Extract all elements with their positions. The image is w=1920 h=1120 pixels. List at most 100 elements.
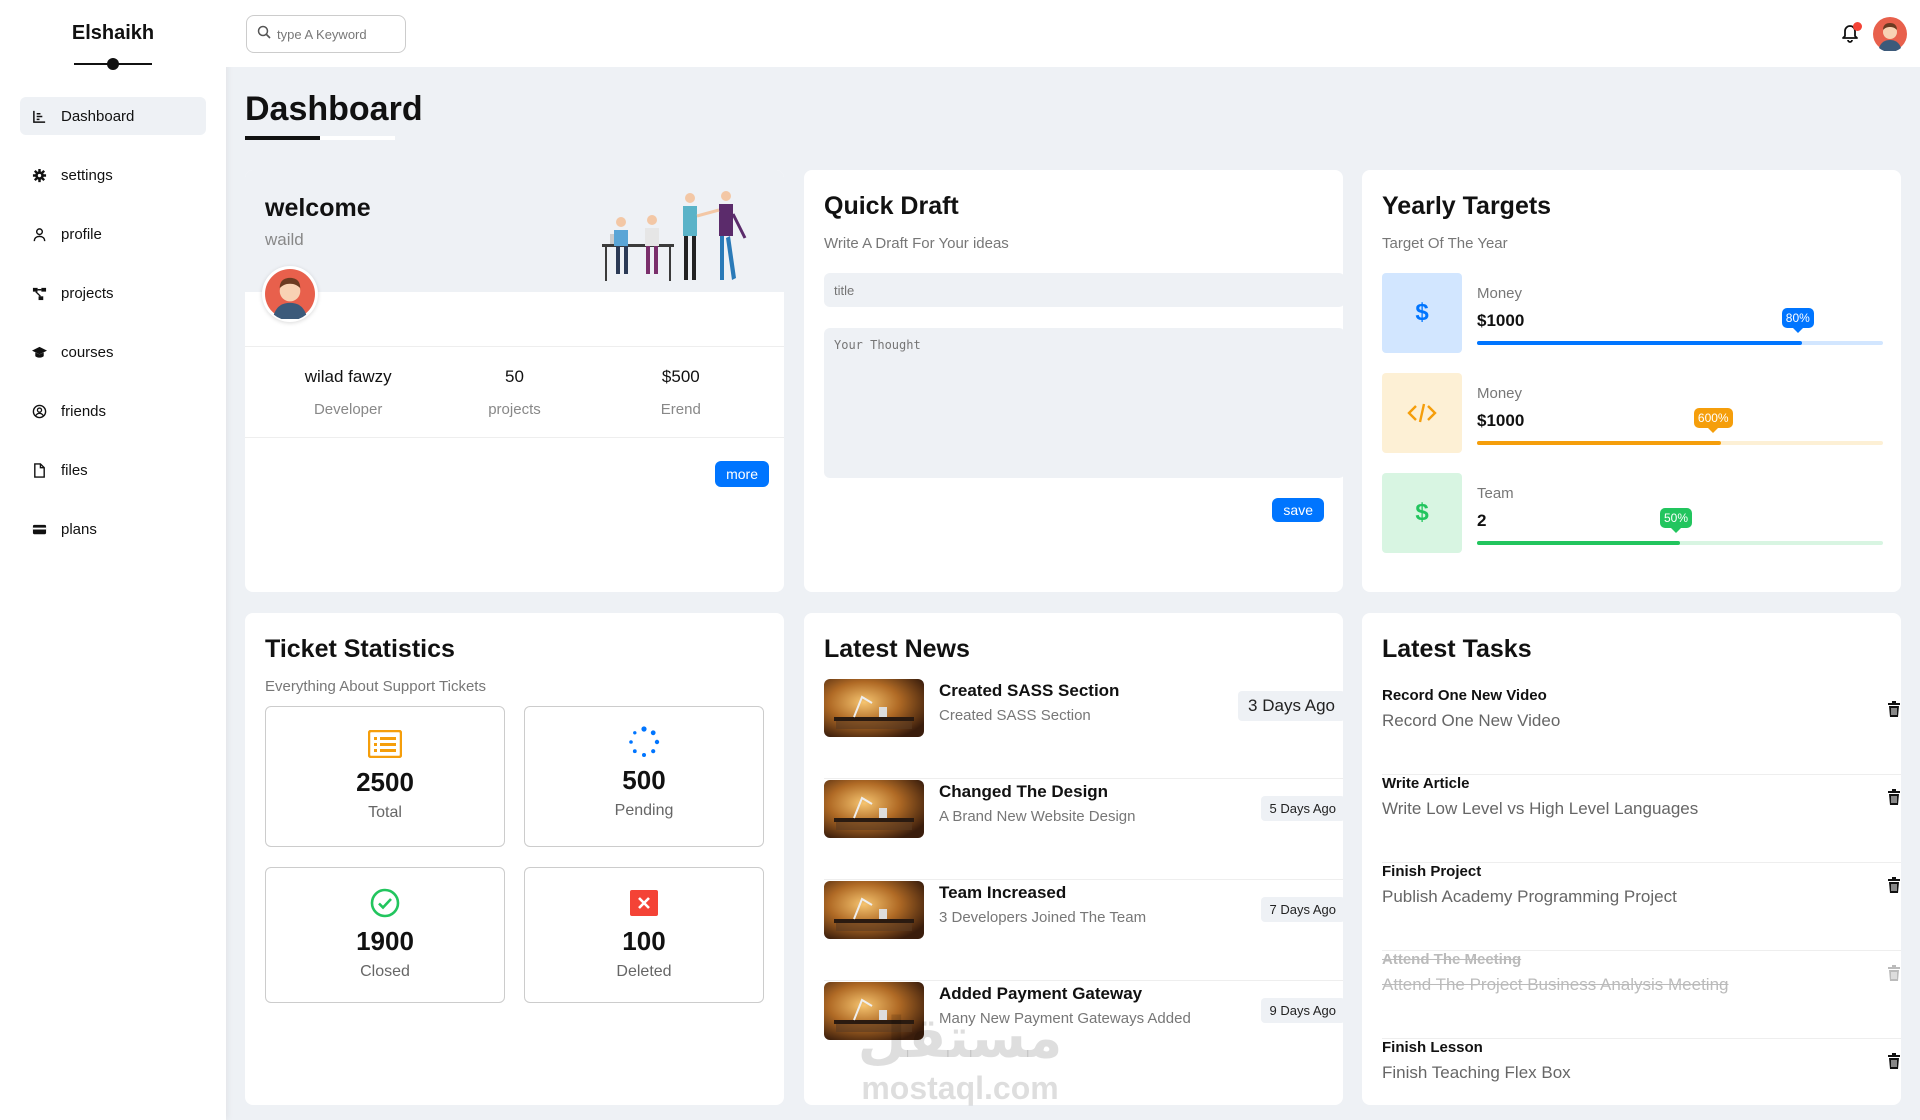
news-date-badge: 5 Days Ago bbox=[1260, 796, 1343, 821]
latest-tasks-card: Latest Tasks Record One New Video Record… bbox=[1362, 613, 1901, 1105]
task-item: Attend The Meeting Attend The Project Bu… bbox=[1382, 951, 1901, 1039]
stat-label: Erend bbox=[660, 401, 701, 418]
news-thumbnail bbox=[824, 780, 924, 838]
news-thumbnail bbox=[824, 679, 924, 737]
sidebar-item-courses[interactable]: courses bbox=[20, 333, 206, 371]
target-info: Money $1000 600% bbox=[1477, 373, 1883, 453]
user-avatar[interactable] bbox=[1873, 17, 1907, 53]
task-title: Attend The Meeting bbox=[1382, 951, 1522, 968]
welcome-stat: $500 Erend bbox=[598, 347, 764, 437]
draft-body-textarea[interactable] bbox=[824, 328, 1343, 478]
diagram-icon bbox=[31, 285, 47, 301]
welcome-stat: wilad fawzy Developer bbox=[265, 347, 431, 437]
spinner-icon bbox=[525, 725, 763, 759]
search-box[interactable] bbox=[246, 15, 406, 53]
target-badge: 80% bbox=[1781, 308, 1814, 333]
welcome-stats: wilad fawzy Developer 50 projects $500 E… bbox=[245, 346, 784, 438]
news-title: Added Payment Gateway bbox=[939, 984, 1143, 1003]
target-label: Team bbox=[1477, 485, 1514, 502]
target-info: Money $1000 80% bbox=[1477, 273, 1883, 353]
target-badge-text: 50% bbox=[1663, 511, 1688, 525]
draft-title-input[interactable] bbox=[824, 273, 1343, 307]
sidebar-item-label: friends bbox=[61, 402, 107, 420]
task-description: Record One New Video bbox=[1382, 711, 1561, 730]
news-description: A Brand New Website Design bbox=[939, 808, 1136, 825]
sidebar-item-label: files bbox=[61, 461, 88, 479]
target-value: $1000 bbox=[1477, 311, 1525, 330]
brand-divider bbox=[74, 57, 152, 71]
task-item: Finish Lesson Finish Teaching Flex Box bbox=[1382, 1039, 1901, 1105]
trash-icon[interactable] bbox=[1887, 877, 1901, 895]
ticket-closed: 1900 Closed bbox=[265, 867, 505, 1003]
sidebar-item-files[interactable]: files bbox=[20, 451, 206, 489]
yearly-targets-card: Yearly Targets Target Of The Year $ Mone… bbox=[1362, 170, 1901, 592]
card-title: Latest Tasks bbox=[1382, 635, 1532, 663]
ticket-pending: 500 Pending bbox=[524, 706, 764, 847]
sidebar-item-label: Dashboard bbox=[61, 107, 135, 125]
dollar-icon: $ bbox=[1382, 473, 1462, 553]
sidebar-item-plans[interactable]: plans bbox=[20, 510, 206, 548]
target-badge: 50% bbox=[1659, 508, 1692, 533]
trash-icon[interactable] bbox=[1887, 701, 1901, 719]
sidebar-item-projects[interactable]: projects bbox=[20, 274, 206, 312]
task-title: Record One New Video bbox=[1382, 687, 1547, 704]
news-title: Changed The Design bbox=[939, 782, 1109, 801]
sidebar-item-settings[interactable]: settings bbox=[20, 156, 206, 194]
welcome-card: welcome waild wilad fawzy Developer 50 p… bbox=[245, 170, 784, 592]
ticket-label: Deleted bbox=[616, 963, 672, 980]
credit-card-icon bbox=[31, 521, 47, 537]
stat-value: $500 bbox=[661, 367, 700, 386]
list-icon bbox=[266, 727, 504, 761]
welcome-name: waild bbox=[265, 230, 304, 249]
task-description: Finish Teaching Flex Box bbox=[1382, 1063, 1571, 1082]
ticket-label: Closed bbox=[360, 963, 410, 980]
card-title: Latest News bbox=[824, 635, 970, 663]
target-value: $1000 bbox=[1477, 411, 1525, 430]
sidebar-item-label: settings bbox=[61, 166, 113, 184]
news-date-badge: 3 Days Ago bbox=[1238, 691, 1343, 721]
sidebar-item-profile[interactable]: profile bbox=[20, 215, 206, 253]
stat-label: Developer bbox=[313, 401, 383, 418]
file-icon bbox=[31, 462, 47, 478]
target-label: Money bbox=[1477, 285, 1523, 302]
target-label: Money bbox=[1477, 385, 1523, 402]
trash-icon[interactable] bbox=[1887, 965, 1901, 983]
welcome-header: welcome waild bbox=[245, 170, 784, 292]
sidebar: Elshaikh Dashboard settings profile proj… bbox=[0, 0, 226, 1120]
news-date-badge: 9 Days Ago bbox=[1260, 998, 1343, 1023]
target-badge-text: 600% bbox=[1697, 411, 1729, 425]
news-title: Team Increased bbox=[939, 883, 1067, 902]
target-item: Money $1000 600% bbox=[1382, 373, 1901, 453]
news-item[interactable]: Team Increased 3 Developers Joined The T… bbox=[824, 881, 1343, 981]
ticket-deleted: 100 Deleted bbox=[524, 867, 764, 1003]
ticket-value: 2500 bbox=[356, 767, 414, 797]
task-title: Finish Lesson bbox=[1382, 1039, 1483, 1056]
user-circle-icon bbox=[31, 403, 47, 419]
target-value: 2 bbox=[1477, 511, 1487, 530]
trash-icon[interactable] bbox=[1887, 1053, 1901, 1071]
more-button[interactable]: more bbox=[715, 461, 769, 487]
ticket-value: 500 bbox=[622, 765, 666, 795]
search-icon bbox=[257, 25, 271, 44]
gear-icon bbox=[31, 167, 47, 183]
task-item: Record One New Video Record One New Vide… bbox=[1382, 687, 1901, 775]
news-description: Many New Payment Gateways Added bbox=[939, 1010, 1191, 1027]
notification-bell-icon[interactable] bbox=[1839, 21, 1863, 45]
welcome-title: welcome bbox=[265, 194, 371, 222]
stat-value: wilad fawzy bbox=[304, 367, 392, 386]
sidebar-item-label: projects bbox=[61, 284, 114, 302]
trash-icon[interactable] bbox=[1887, 789, 1901, 807]
sidebar-nav: Dashboard settings profile projects cour… bbox=[0, 97, 226, 548]
news-item[interactable]: Created SASS Section Created SASS Sectio… bbox=[824, 679, 1343, 779]
sidebar-item-friends[interactable]: friends bbox=[20, 392, 206, 430]
chart-icon bbox=[31, 108, 47, 124]
search-input[interactable] bbox=[277, 26, 397, 42]
sidebar-item-dashboard[interactable]: Dashboard bbox=[20, 97, 206, 135]
card-title: Yearly Targets bbox=[1382, 192, 1552, 220]
news-item[interactable]: Changed The Design A Brand New Website D… bbox=[824, 780, 1343, 880]
news-description: 3 Developers Joined The Team bbox=[939, 909, 1147, 926]
save-button[interactable]: save bbox=[1272, 498, 1324, 522]
news-item[interactable]: Added Payment Gateway Many New Payment G… bbox=[824, 982, 1343, 1082]
task-title: Finish Project bbox=[1382, 863, 1482, 880]
latest-news-card: Latest News Created SASS Section Created… bbox=[804, 613, 1343, 1105]
